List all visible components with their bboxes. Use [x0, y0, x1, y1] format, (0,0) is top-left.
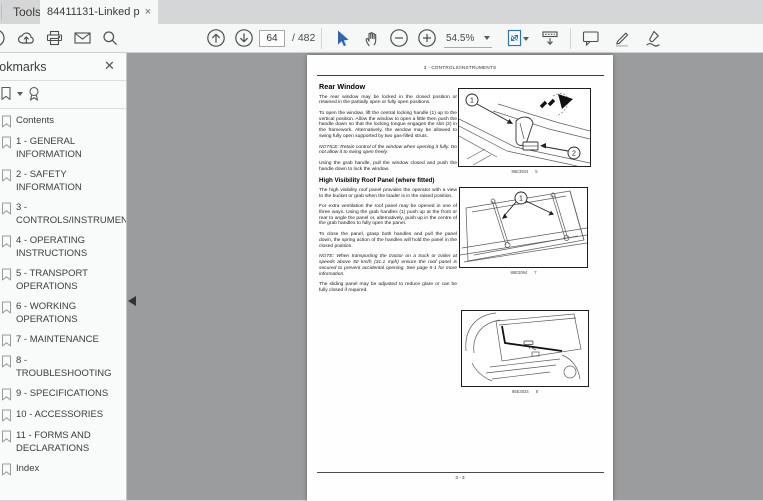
bookmark-item-maintenance[interactable]: 7 - MAINTENANCE [1, 333, 127, 347]
paragraph: The high visibility roof panel provides … [319, 188, 457, 200]
document-canvas: 3 - CONTROLS/INSTRUMENTS Rear Window The… [127, 53, 763, 500]
bookmark-item-accessories[interactable]: 10 - ACCESSORIES [1, 408, 127, 422]
bookmarks-list: Contents 1 - GENERAL INFORMATION 2 - SAF… [1, 114, 127, 483]
document-tab-title: 84411131-Linked p... [47, 6, 140, 18]
bookmark-item-operating-instructions[interactable]: 4 - OPERATING INSTRUCTIONS [1, 234, 127, 260]
chevron-down-icon [17, 92, 23, 96]
bookmark-item-specifications[interactable]: 9 - SPECIFICATIONS [1, 387, 127, 401]
figure-caption: 86E30348 [461, 389, 589, 394]
tab-document[interactable]: 84411131-Linked p... × [40, 0, 158, 24]
figure-caption: 86E30947 [459, 270, 588, 275]
panel-divider [0, 80, 127, 81]
paragraph: For extra ventilation the roof panel may… [319, 204, 457, 227]
page-scrolling-icon[interactable] [538, 26, 562, 50]
footer-rule [317, 472, 604, 473]
notice-paragraph: NOTICE: Retain control of the window whe… [319, 145, 457, 157]
paragraph: Using the grab handle, pull the window c… [319, 161, 457, 173]
bookmark-item-forms-and-declarations[interactable]: 11 - FORMS AND DECLARATIONS [1, 429, 127, 455]
bookmarks-panel: Bookmarks ✕ Contents 1 - GENERAL INFORMA… [0, 53, 127, 500]
chevron-down-icon [484, 36, 490, 40]
share-cloud-icon[interactable] [14, 26, 38, 50]
comment-icon[interactable] [579, 26, 603, 50]
figure-rear-window-handle: 1 2 [458, 88, 591, 167]
expand-bookmark-icon[interactable] [26, 85, 42, 103]
toolbar: / 482 54.5% [0, 24, 763, 53]
toolbar-separator [570, 28, 571, 49]
hand-tool-icon[interactable] [359, 26, 383, 50]
paragraph: The sliding panel may be adjusted to red… [319, 282, 457, 294]
chevron-down-icon[interactable] [523, 37, 529, 41]
bookmark-item-transport-operations[interactable]: 5 - TRANSPORT OPERATIONS [1, 267, 127, 293]
callout-1: 1 [470, 98, 474, 105]
bookmark-item-working-operations[interactable]: 6 - WORKING OPERATIONS [1, 300, 127, 326]
section-heading-rear-window: Rear Window [319, 82, 457, 91]
fill-sign-pen-icon[interactable] [641, 26, 665, 50]
search-icon[interactable] [98, 26, 122, 50]
page-text-column: Rear Window The rear window may be locke… [319, 82, 457, 298]
bookmark-item-contents[interactable]: Contents [1, 114, 127, 128]
figure-sliding-panel [461, 310, 589, 387]
zoom-level-value: 54.5% [446, 33, 474, 44]
zoom-in-icon[interactable] [415, 26, 439, 50]
tab-bar: Tools 84411131-Linked p... × [0, 0, 763, 24]
callout-2: 2 [572, 151, 576, 158]
collapse-panel-arrow-icon[interactable] [128, 296, 136, 306]
email-icon[interactable] [70, 26, 94, 50]
pdf-page: 3 - CONTROLS/INSTRUMENTS Rear Window The… [307, 55, 613, 501]
bookmark-item-controls-instruments[interactable]: 3 - CONTROLS/INSTRUMENTS [1, 201, 127, 227]
bookmark-options-button[interactable] [0, 85, 23, 103]
close-panel-icon[interactable]: ✕ [104, 58, 115, 74]
page-chapter-header: 3 - CONTROLS/INSTRUMENTS [307, 65, 613, 70]
bookmarks-panel-title: Bookmarks [0, 60, 47, 74]
bookmark-item-index[interactable]: Index [1, 462, 127, 476]
paragraph: To open the window, lift the central loc… [319, 111, 457, 140]
next-page-icon[interactable] [232, 26, 256, 50]
bookmark-item-safety-information[interactable]: 2 - SAFETY INFORMATION [1, 168, 127, 194]
figure-caption: 86E39345 [458, 169, 591, 174]
paragraph: The rear window may be locked in the clo… [319, 95, 457, 107]
clipped-tool-icon[interactable] [0, 26, 8, 50]
page-number-footer: 3 - 3 [307, 475, 613, 480]
figure-roof-panel-struts: 1 [459, 187, 588, 268]
page-total-label: / 482 [292, 32, 315, 44]
print-icon[interactable] [42, 26, 66, 50]
toolbar-separator [321, 28, 322, 49]
panel-divider [0, 108, 127, 109]
section-heading-roof-panel: High Visibility Roof Panel (where fitted… [319, 177, 457, 184]
zoom-out-icon[interactable] [387, 26, 411, 50]
callout-1: 1 [519, 196, 523, 203]
page-number-input[interactable] [259, 30, 285, 47]
bookmark-item-troubleshooting[interactable]: 8 - TROUBLESHOOTING [1, 354, 127, 380]
zoom-level-control[interactable]: 54.5% [444, 29, 492, 48]
note-paragraph: NOTE: When transporting the tractor on a… [319, 254, 457, 277]
header-rule [317, 75, 604, 76]
paragraph: To close the panel, grasp both handles a… [319, 232, 457, 250]
pencil-draw-icon[interactable] [610, 26, 634, 50]
select-tool-icon[interactable] [330, 26, 354, 50]
close-tab-icon[interactable]: × [145, 7, 151, 18]
bookmark-item-general-information[interactable]: 1 - GENERAL INFORMATION [1, 135, 127, 161]
previous-page-icon[interactable] [204, 26, 228, 50]
